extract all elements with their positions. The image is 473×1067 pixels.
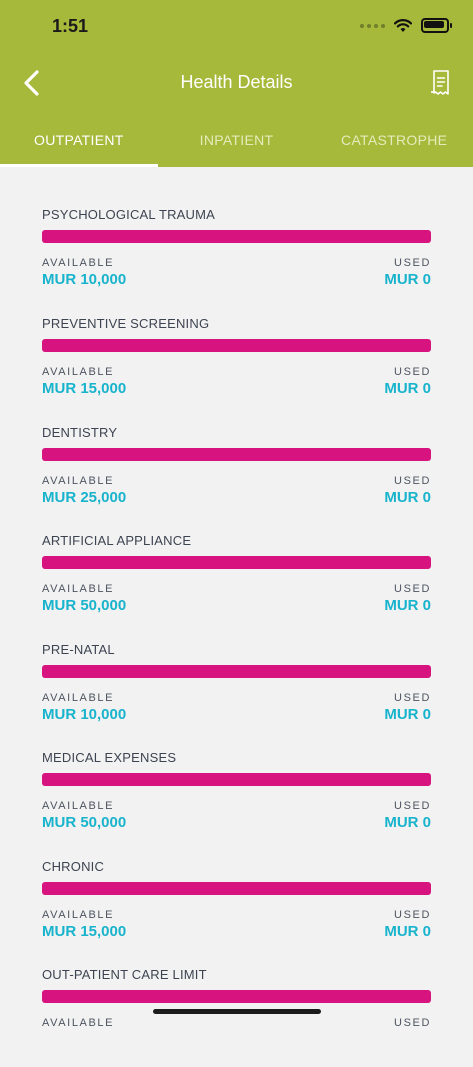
benefit-name: PRE-NATAL (42, 642, 115, 657)
status-icons (360, 18, 452, 33)
available-amount: MUR 10,000 (42, 271, 127, 288)
benefit-name: PREVENTIVE SCREENING (42, 316, 210, 331)
receipt-button[interactable] (429, 68, 453, 98)
benefit-item: CHRONIC AVAILABLE USED MUR 15,000 MUR 0 (42, 859, 431, 959)
available-label: AVAILABLE (42, 1017, 115, 1029)
app-header: 1:51 Health Details OUTPATIENT INPATIENT… (0, 0, 473, 167)
available-amount: MUR 50,000 (42, 597, 127, 614)
available-amount: MUR 15,000 (42, 380, 127, 397)
receipt-icon (431, 70, 449, 95)
used-label: USED (394, 800, 431, 812)
available-label: AVAILABLE (42, 692, 115, 704)
benefit-item: ARTIFICIAL APPLIANCE AVAILABLE USED MUR … (42, 533, 431, 633)
used-label: USED (394, 583, 431, 595)
benefit-item: OUT-PATIENT CARE LIMIT AVAILABLE USED (42, 967, 431, 1067)
usage-bar (42, 990, 431, 1003)
benefit-name: ARTIFICIAL APPLIANCE (42, 533, 192, 548)
available-amount: MUR 50,000 (42, 814, 127, 831)
wifi-icon (394, 18, 412, 32)
used-amount: MUR 0 (384, 489, 431, 506)
used-amount: MUR 0 (384, 923, 431, 940)
used-amount: MUR 0 (384, 597, 431, 614)
available-label: AVAILABLE (42, 475, 115, 487)
available-amount: MUR 10,000 (42, 706, 127, 723)
usage-bar (42, 882, 431, 895)
benefit-name: DENTISTRY (42, 425, 118, 440)
usage-bar (42, 773, 431, 786)
benefit-item: PREVENTIVE SCREENING AVAILABLE USED MUR … (42, 316, 431, 416)
tab-inpatient[interactable]: INPATIENT (158, 125, 316, 167)
usage-bar (42, 556, 431, 569)
benefit-item: PSYCHOLOGICAL TRAUMA AVAILABLE USED MUR … (42, 207, 431, 307)
used-label: USED (394, 909, 431, 921)
available-label: AVAILABLE (42, 583, 115, 595)
available-label: AVAILABLE (42, 257, 115, 269)
benefit-name: MEDICAL EXPENSES (42, 750, 177, 765)
used-label: USED (394, 692, 431, 704)
available-amount: MUR 15,000 (42, 923, 127, 940)
available-amount: MUR 25,000 (42, 489, 127, 506)
status-time: 1:51 (52, 16, 89, 36)
available-label: AVAILABLE (42, 800, 115, 812)
battery-icon (421, 18, 452, 33)
page-title: Health Details (180, 72, 293, 92)
signal-icon (360, 23, 385, 28)
usage-bar (42, 339, 431, 352)
usage-bar (42, 230, 431, 243)
used-amount: MUR 0 (384, 814, 431, 831)
used-label: USED (394, 475, 431, 487)
available-label: AVAILABLE (42, 909, 115, 921)
usage-bar (42, 448, 431, 461)
benefit-item: MEDICAL EXPENSES AVAILABLE USED MUR 50,0… (42, 750, 431, 850)
tab-bar: OUTPATIENT INPATIENT CATASTROPHE (0, 125, 473, 167)
home-indicator[interactable] (153, 1009, 321, 1014)
benefit-name: CHRONIC (42, 859, 105, 874)
used-label: USED (394, 366, 431, 378)
used-amount: MUR 0 (384, 271, 431, 288)
used-amount: MUR 0 (384, 380, 431, 397)
benefit-item: DENTISTRY AVAILABLE USED MUR 25,000 MUR … (42, 425, 431, 525)
benefit-name: PSYCHOLOGICAL TRAUMA (42, 207, 216, 222)
usage-bar (42, 665, 431, 678)
used-amount: MUR 0 (384, 706, 431, 723)
tab-outpatient[interactable]: OUTPATIENT (0, 125, 158, 167)
available-label: AVAILABLE (42, 366, 115, 378)
used-label: USED (394, 1017, 431, 1029)
benefit-name: OUT-PATIENT CARE LIMIT (42, 967, 207, 982)
benefit-item: PRE-NATAL AVAILABLE USED MUR 10,000 MUR … (42, 642, 431, 742)
used-label: USED (394, 257, 431, 269)
tab-catastrophe[interactable]: CATASTROPHE (315, 125, 473, 167)
